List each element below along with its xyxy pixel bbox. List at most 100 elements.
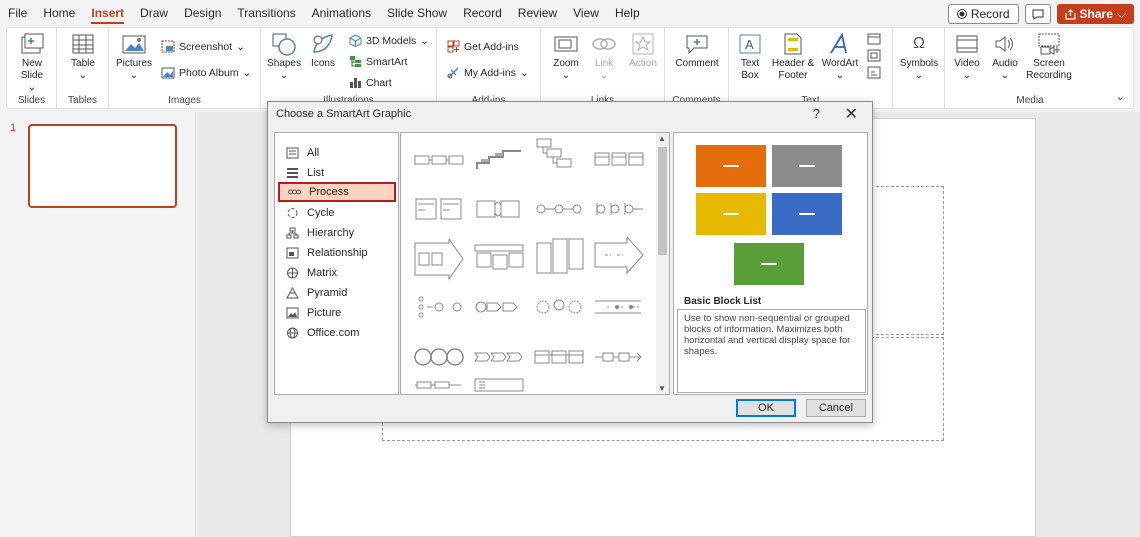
title-placeholder[interactable] (876, 186, 944, 335)
category-office-com[interactable]: Office.com (278, 323, 396, 343)
header-footer-button[interactable]: Header & Footer (769, 32, 817, 82)
tab-design[interactable]: Design (176, 0, 229, 27)
tab-review[interactable]: Review (510, 0, 565, 27)
get-addins-label: Get Add-ins (464, 40, 519, 53)
icons-label: Icons (311, 58, 335, 69)
object-icon[interactable] (867, 66, 881, 79)
date-time-icon[interactable] (867, 32, 881, 45)
share-button[interactable]: Share ⌵ (1056, 4, 1134, 24)
slide-number-icon[interactable] (867, 49, 881, 62)
all-icon (286, 147, 299, 159)
cancel-button[interactable]: Cancel (806, 399, 866, 417)
video-button[interactable]: Video ⌄ (947, 32, 987, 82)
block-text-dash (723, 213, 739, 215)
tab-help[interactable]: Help (607, 0, 648, 27)
pictures-label: Pictures (115, 58, 153, 69)
get-addins-button[interactable]: Get Add-ins (447, 40, 519, 53)
screen-recording-button[interactable]: Screen Recording (1025, 32, 1073, 82)
tab-transitions[interactable]: Transitions (229, 0, 303, 27)
tab-insert[interactable]: Insert (83, 0, 132, 27)
new-slide-button[interactable]: New Slide ⌄ (11, 32, 53, 94)
gallery-item-flow-list[interactable] (413, 379, 465, 393)
tab-view[interactable]: View (565, 0, 607, 27)
addin-icon (447, 67, 459, 79)
gallery-item-process-arrows[interactable] (593, 237, 645, 277)
action-label: Action (629, 58, 657, 69)
gallery-item-staggered-process[interactable] (533, 137, 585, 171)
tab-file[interactable]: File (0, 0, 35, 27)
slide-thumbnail[interactable] (28, 124, 177, 208)
gallery-item-vertical-bending[interactable] (533, 237, 585, 277)
gallery-item-gear[interactable] (533, 291, 585, 325)
help-button[interactable]: ? (813, 106, 820, 121)
gallery-item-step-up-process[interactable] (473, 143, 525, 177)
category-relationship[interactable]: Relationship (278, 243, 396, 263)
chart-button[interactable]: Chart (349, 76, 392, 89)
text-box-button[interactable]: A Text Box (731, 32, 769, 82)
shapes-button[interactable]: Shapes ⌄ (265, 32, 303, 82)
gallery-item-circular-arrows[interactable] (473, 291, 525, 325)
photo-album-icon (161, 67, 175, 79)
gallery-item-circle-process[interactable] (533, 193, 585, 227)
smartart-button[interactable]: SmartArt (349, 55, 407, 68)
gallery-item-basic-process[interactable] (413, 143, 465, 177)
gallery-item-chain-process[interactable] (413, 341, 465, 375)
gallery-item-pin-process[interactable] (593, 193, 645, 227)
scrollbar-thumb[interactable] (658, 147, 667, 255)
zoom-button[interactable]: Zoom ⌄ (547, 32, 585, 82)
screenshot-button[interactable]: Screenshot ⌄ (161, 40, 245, 53)
new-comment-icon (686, 35, 708, 55)
tab-slide-show[interactable]: Slide Show (379, 0, 455, 27)
collapse-ribbon-icon[interactable]: ⌄ (1116, 90, 1125, 103)
chart-icon (350, 78, 361, 88)
group-symbols: Ω Symbols ⌄ (893, 28, 945, 108)
comment-button[interactable]: Comment (669, 32, 725, 70)
3d-models-button[interactable]: 3D Models ⌄ (349, 34, 429, 47)
table-button[interactable]: Table ⌄ (63, 32, 103, 82)
pictures-button[interactable]: Pictures ⌄ (113, 32, 155, 82)
link-button[interactable]: Link ⌄ (587, 32, 621, 82)
action-button[interactable]: Action (625, 32, 661, 70)
gallery-item-block-chevron[interactable] (533, 341, 585, 375)
symbols-button[interactable]: Ω Symbols ⌄ (897, 32, 941, 82)
gallery-scrollbar[interactable]: ▲ ▼ (656, 133, 669, 394)
record-button[interactable]: Record (947, 4, 1019, 24)
category-cycle[interactable]: Cycle (278, 203, 396, 223)
audio-button[interactable]: Audio ⌄ (987, 32, 1023, 82)
gallery-item-cycle-process[interactable] (473, 193, 525, 227)
gallery-item-chevron-process[interactable] (473, 341, 525, 375)
category-hierarchy[interactable]: Hierarchy (278, 223, 396, 243)
gallery-item-equation[interactable] (413, 291, 465, 325)
scroll-down-icon[interactable]: ▼ (658, 384, 666, 393)
comments-button[interactable] (1024, 4, 1051, 24)
category-matrix[interactable]: Matrix (278, 263, 396, 283)
tab-animations[interactable]: Animations (304, 0, 379, 27)
gallery-item-continuous-block[interactable] (413, 193, 465, 227)
category-list-item[interactable]: List (278, 163, 396, 183)
photo-album-button[interactable]: Photo Album ⌄ (161, 66, 251, 79)
gallery-item-process-list[interactable] (593, 143, 645, 177)
tab-draw[interactable]: Draw (132, 0, 176, 27)
my-addins-label: My Add-ins (464, 66, 516, 79)
category-process[interactable]: Process (278, 182, 396, 202)
scroll-up-icon[interactable]: ▲ (658, 134, 666, 143)
screenshot-label: Screenshot (179, 40, 233, 53)
cube-icon (349, 34, 362, 47)
gallery-item-detailed-process[interactable] (473, 377, 525, 393)
gallery-item-alternating-flow[interactable] (473, 241, 525, 275)
gallery-item-basic-timeline[interactable] (593, 341, 645, 375)
tab-home[interactable]: Home (35, 0, 83, 27)
speaker-icon (995, 35, 1013, 53)
close-button[interactable]: ✕ (845, 104, 858, 124)
icons-button[interactable]: Icons (305, 32, 341, 70)
category-pyramid[interactable]: Pyramid (278, 283, 396, 303)
category-all[interactable]: All (278, 143, 396, 163)
text-box-label: Text Box (740, 58, 760, 81)
tab-record[interactable]: Record (455, 0, 510, 27)
my-addins-button[interactable]: My Add-ins ⌄ (447, 66, 529, 79)
gallery-item-chevron-steps[interactable] (593, 291, 645, 325)
gallery-item-arrow-process[interactable] (413, 239, 465, 281)
category-picture[interactable]: Picture (278, 303, 396, 323)
ok-button[interactable]: OK (736, 399, 796, 417)
wordart-button[interactable]: WordArt ⌄ (819, 32, 861, 82)
